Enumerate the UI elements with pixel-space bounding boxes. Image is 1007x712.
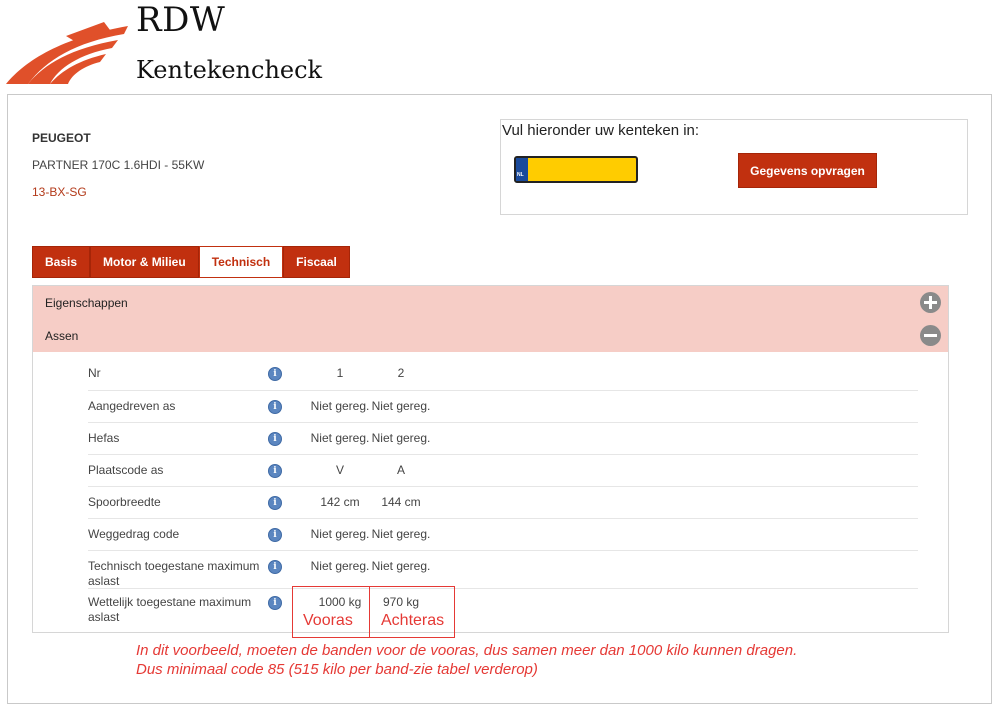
rdw-logo	[6, 22, 128, 84]
info-icon[interactable]: i	[268, 464, 282, 478]
plate-input[interactable]: NL	[514, 156, 638, 183]
minus-icon-bar	[924, 334, 937, 337]
front-axle-value: Niet gereg.	[310, 399, 370, 413]
table-row: Weggedrag code i Niet gereg. Niet gereg.	[88, 519, 918, 551]
table-row: Wettelijk toegestane maximum aslast i 10…	[88, 587, 918, 631]
info-icon[interactable]: i	[268, 400, 282, 414]
vehicle-model: PARTNER 170C 1.6HDI - 55KW	[32, 158, 205, 172]
row-label: Nr	[88, 366, 101, 380]
rear-axle-tag: Achteras	[381, 612, 445, 629]
tab-bar: Basis Motor & Milieu Technisch Fiscaal	[32, 246, 350, 278]
info-icon[interactable]: i	[268, 560, 282, 574]
row-label: Aangedreven as	[88, 399, 176, 413]
front-axle-value: Niet gereg.	[310, 559, 370, 573]
info-icon[interactable]: i	[268, 528, 282, 542]
section-title: Eigenschappen	[45, 295, 128, 310]
annotation-note-line2: Dus minimaal code 85 (515 kilo per band-…	[136, 661, 538, 678]
table-row: Spoorbreedte i 142 cm 144 cm	[88, 487, 918, 519]
tab-basis[interactable]: Basis	[32, 246, 91, 278]
brand-subtitle: Kentekencheck	[136, 56, 323, 84]
front-axle-tag: Vooras	[303, 612, 353, 629]
tab-motor-milieu[interactable]: Motor & Milieu	[90, 246, 199, 278]
plate-lookup-label: Vul hieronder uw kenteken in:	[502, 122, 700, 139]
annotation-note-line1: In dit voorbeeld, moeten de banden voor …	[136, 642, 798, 659]
section-title: Assen	[45, 328, 79, 343]
rear-axle-value: Niet gereg.	[371, 399, 431, 413]
row-label: Technisch toegestane maximum aslast	[88, 559, 260, 588]
section-eigenschappen[interactable]: Eigenschappen	[33, 286, 948, 319]
tab-technisch[interactable]: Technisch	[198, 246, 284, 278]
info-icon[interactable]: i	[268, 496, 282, 510]
tab-fiscaal[interactable]: Fiscaal	[283, 246, 350, 278]
table-row: Plaatscode as i V A	[88, 455, 918, 487]
row-label: Spoorbreedte	[88, 495, 161, 509]
front-axle-value: Niet gereg.	[310, 527, 370, 541]
plus-icon[interactable]	[920, 292, 941, 313]
get-data-button[interactable]: Gegevens opvragen	[738, 153, 877, 188]
section-assen[interactable]: Assen	[33, 319, 948, 352]
front-axle-value: 142 cm	[320, 495, 360, 509]
plus-icon-bar-v	[929, 296, 932, 309]
brand-title: RDW	[136, 0, 226, 40]
row-label: Weggedrag code	[88, 527, 180, 541]
row-label: Hefas	[88, 431, 120, 445]
rear-axle-value: Niet gereg.	[371, 559, 431, 573]
front-axle-value: Niet gereg.	[310, 431, 370, 445]
table-row: Nr i 1 2	[88, 358, 918, 391]
row-label: Wettelijk toegestane maximum aslast	[88, 595, 252, 624]
minus-icon[interactable]	[920, 325, 941, 346]
eu-flag-icon: NL	[516, 158, 528, 181]
rear-axle-value: A	[396, 463, 405, 477]
rear-axle-value: Niet gereg.	[371, 527, 431, 541]
rear-axle-value: Niet gereg.	[371, 431, 431, 445]
table-row: Technisch toegestane maximum aslast i Ni…	[88, 551, 918, 589]
plate-country-code: NL	[517, 172, 524, 178]
info-icon[interactable]: i	[268, 596, 282, 610]
rear-axle-value: 144 cm	[381, 495, 421, 509]
rear-axle-value: 2	[397, 366, 405, 380]
row-label: Plaatscode as	[88, 463, 164, 477]
vehicle-plate: 13-BX-SG	[32, 185, 87, 199]
front-axle-value: V	[335, 463, 344, 477]
info-icon[interactable]: i	[268, 432, 282, 446]
table-row: Hefas i Niet gereg. Niet gereg.	[88, 423, 918, 455]
info-icon[interactable]: i	[268, 367, 282, 381]
vehicle-make: PEUGEOT	[32, 131, 91, 145]
front-axle-value: 1	[336, 366, 344, 380]
table-row: Aangedreven as i Niet gereg. Niet gereg.	[88, 391, 918, 423]
